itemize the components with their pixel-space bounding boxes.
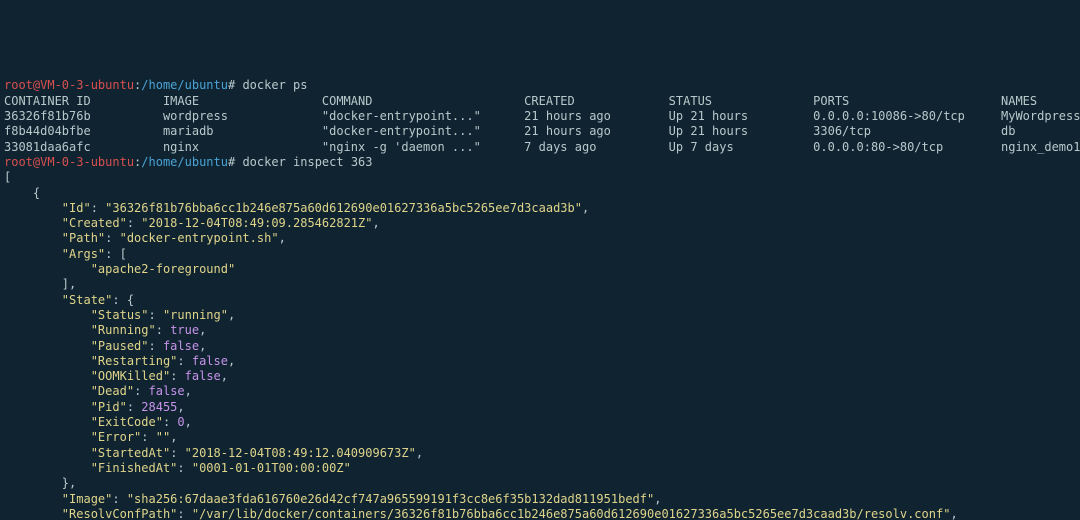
json-comma: ,: [199, 323, 206, 337]
json-key-state: "State": [62, 293, 113, 307]
json-value-created: "2018-12-04T08:49:09.285462821Z": [141, 216, 372, 230]
json-comma: ,: [185, 384, 192, 398]
prompt-symbol: #: [228, 155, 235, 169]
json-key-error: "Error": [91, 430, 142, 444]
json-comma: ,: [170, 430, 177, 444]
json-key-path: "Path": [62, 231, 105, 245]
json-value-running: true: [170, 323, 199, 337]
json-value-path: "docker-entrypoint.sh": [120, 231, 279, 245]
json-key-paused: "Paused": [91, 339, 149, 353]
docker-ps-row: f8b44d04bfbe mariadb "docker-entrypoint.…: [4, 124, 1015, 138]
json-comma: ,: [228, 308, 235, 322]
json-key-created: "Created": [62, 216, 127, 230]
prompt-path: /home/ubuntu: [141, 78, 228, 92]
command-input: docker inspect 363: [242, 155, 372, 169]
json-value-restarting: false: [192, 354, 228, 368]
json-key-finishedat: "FinishedAt": [91, 461, 178, 475]
json-colon: :: [105, 247, 119, 261]
json-bracket: [: [120, 247, 127, 261]
json-value-id: "36326f81b76bba6cc1b246e875a60d612690e01…: [105, 201, 582, 215]
json-value-args0: "apache2-foreground": [91, 262, 236, 276]
json-brace: {: [33, 186, 40, 200]
json-key-resolvconf: "ResolvConfPath": [62, 507, 178, 520]
json-bracket: ],: [62, 277, 76, 291]
json-brace: },: [62, 476, 76, 490]
json-value-exitcode: 0: [177, 415, 184, 429]
docker-ps-row: 36326f81b76b wordpress "docker-entrypoin…: [4, 109, 1080, 123]
json-comma: ,: [416, 446, 423, 460]
json-comma: ,: [372, 216, 379, 230]
json-key-image: "Image": [62, 492, 113, 506]
json-value-paused: false: [163, 339, 199, 353]
json-comma: ,: [228, 354, 235, 368]
json-key-status: "Status": [91, 308, 149, 322]
json-comma: ,: [279, 231, 286, 245]
json-colon: :: [177, 507, 191, 520]
json-key-pid: "Pid": [91, 400, 127, 414]
json-value-dead: false: [149, 384, 185, 398]
json-comma: ,: [654, 492, 661, 506]
json-key-oomkilled: "OOMKilled": [91, 369, 170, 383]
prompt-user: root@VM-0-3-ubuntu: [4, 78, 134, 92]
json-colon: :: [177, 461, 191, 475]
json-key-id: "Id": [62, 201, 91, 215]
json-colon: :: [177, 354, 191, 368]
json-value-pid: 28455: [141, 400, 177, 414]
json-comma: ,: [185, 415, 192, 429]
json-colon: :: [163, 415, 177, 429]
json-key-exitcode: "ExitCode": [91, 415, 163, 429]
json-colon: :: [127, 400, 141, 414]
json-value-status: "running": [163, 308, 228, 322]
prompt-symbol: #: [228, 78, 235, 92]
json-value-image: "sha256:67daae3fda616760e26d42cf747a9655…: [127, 492, 654, 506]
prompt-path: /home/ubuntu: [141, 155, 228, 169]
json-value-startedat: "2018-12-04T08:49:12.040909673Z": [185, 446, 416, 460]
docker-ps-header-row: CONTAINER ID IMAGE COMMAND CREATED STATU…: [4, 94, 1037, 108]
json-colon: :: [134, 384, 148, 398]
json-colon: :: [149, 308, 163, 322]
json-brace: {: [127, 293, 134, 307]
json-colon: :: [141, 430, 155, 444]
json-comma: ,: [221, 369, 228, 383]
json-colon: :: [127, 216, 141, 230]
json-key-startedat: "StartedAt": [91, 446, 170, 460]
json-colon: :: [170, 446, 184, 460]
json-colon: :: [105, 231, 119, 245]
json-colon: :: [112, 293, 126, 307]
prompt-user: root@VM-0-3-ubuntu: [4, 155, 134, 169]
json-colon: :: [170, 369, 184, 383]
json-comma: ,: [582, 201, 589, 215]
docker-ps-row: 33081daa6afc nginx "nginx -g 'daemon ...…: [4, 140, 1080, 154]
json-value-error: "": [156, 430, 170, 444]
json-value-resolvconf: "/var/lib/docker/containers/36326f81b76b…: [192, 507, 951, 520]
json-colon: :: [112, 492, 126, 506]
json-comma: ,: [950, 507, 957, 520]
json-colon: :: [91, 201, 105, 215]
json-key-restarting: "Restarting": [91, 354, 178, 368]
terminal[interactable]: root@VM-0-3-ubuntu:/home/ubuntu# docker …: [0, 76, 1080, 520]
json-colon: :: [149, 339, 163, 353]
json-value-oomkilled: false: [185, 369, 221, 383]
json-bracket: [: [4, 170, 11, 184]
json-key-dead: "Dead": [91, 384, 134, 398]
command-input: docker ps: [242, 78, 307, 92]
json-colon: :: [156, 323, 170, 337]
json-key-args: "Args": [62, 247, 105, 261]
json-comma: ,: [177, 400, 184, 414]
json-comma: ,: [199, 339, 206, 353]
json-value-finishedat: "0001-01-01T00:00:00Z": [192, 461, 351, 475]
json-key-running: "Running": [91, 323, 156, 337]
